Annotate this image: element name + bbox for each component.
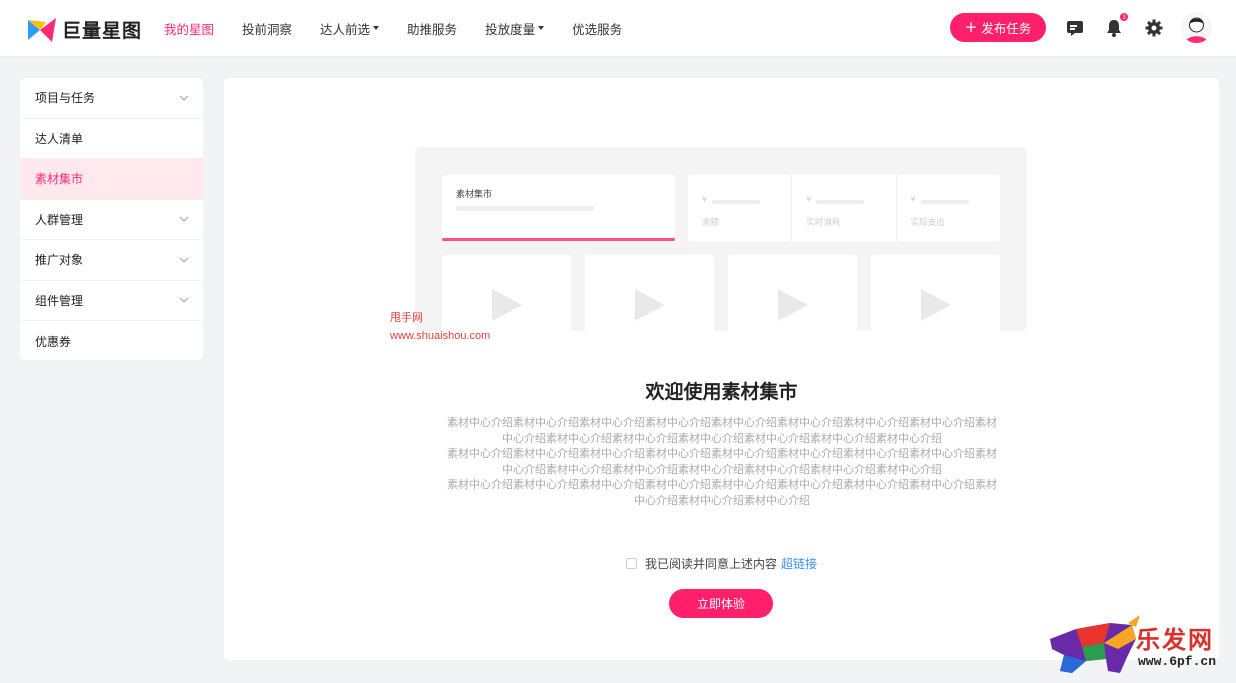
brand-logo[interactable]: 巨量星图 (28, 16, 142, 43)
agree-label: 我已阅读并同意上述内容 (645, 557, 778, 571)
agree-checkbox[interactable] (626, 558, 637, 569)
sidebar-item-label: 组件管理 (35, 293, 84, 308)
try-now-button[interactable]: 立即体验 (669, 589, 773, 618)
chevron-down-icon (179, 95, 189, 101)
agreement-link[interactable]: 超链接 (781, 555, 817, 572)
preview-placeholder-line (920, 200, 969, 204)
preview-active-bar (442, 238, 675, 241)
corner-brand-text: 乐发网 (1136, 625, 1214, 654)
feature-preview-illustration: 素材集市 ¥ 余额 ¥ 实时消耗 ¥ 实际支出 (415, 147, 1027, 331)
page-title: 欢迎使用素材集市 (645, 381, 798, 403)
description-line: 中心介绍素材中心介绍素材中心介绍素材中心介绍素材中心介绍素材中心介绍素材中心介绍 (502, 462, 942, 476)
watermark-name: 甩手网 (390, 312, 423, 324)
watermark-url: www.shuaishou.com (390, 330, 491, 342)
gear-icon[interactable] (1144, 18, 1164, 38)
sidebar-item-label: 推广对象 (35, 253, 84, 268)
sidebar-item-material-market[interactable]: 素材集市 (20, 159, 203, 200)
description-line: 素材中心介绍素材中心介绍素材中心介绍素材中心介绍素材中心介绍素材中心介绍素材中心… (447, 478, 997, 491)
nav-item-boost-service[interactable]: 助推服务 (407, 19, 457, 38)
sidebar-item-projects-tasks[interactable]: 项目与任务 (20, 78, 203, 119)
preview-video-card (871, 255, 1000, 331)
sidebar-item-talent-list[interactable]: 达人清单 (20, 119, 203, 159)
nav-item-measurement[interactable]: 投放度量 (485, 19, 545, 38)
play-icon (921, 289, 951, 321)
preview-stat-label: 实时消耗 (806, 218, 841, 228)
nav-label: 达人前选 (320, 21, 371, 37)
main-nav: 我的星图 投前洞察 达人前选 助推服务 投放度量 优选服务 (164, 0, 650, 56)
preview-stat-label: 余额 (702, 218, 720, 228)
chevron-down-icon (179, 216, 189, 223)
description-line: 中心介绍素材中心介绍素材中心介绍素材中心介绍素材中心介绍素材中心介绍素材中心介绍 (502, 431, 942, 445)
sidebar-menu: 项目与任务 达人清单 素材集市 人群管理 推广对象 组件管理 优惠券 (20, 78, 203, 360)
sidebar-item-label: 优惠券 (35, 334, 72, 349)
play-icon (635, 289, 665, 321)
sidebar-item-audience-management[interactable]: 人群管理 (20, 200, 203, 240)
sidebar-item-promotion-target[interactable]: 推广对象 (20, 240, 203, 281)
nav-label: 我的星图 (164, 21, 215, 37)
currency-symbol: ¥ (702, 195, 708, 204)
top-header: 巨量星图 我的星图 投前洞察 达人前选 助推服务 投放度量 优选服务 + 发布任… (0, 0, 1236, 56)
nav-item-preferred-service[interactable]: 优选服务 (572, 19, 622, 38)
preview-card: 素材集市 (442, 175, 675, 241)
publish-task-label: 发布任务 (981, 21, 1032, 36)
chevron-down-icon (179, 297, 189, 304)
brand-logo-icon (28, 17, 56, 42)
corner-brand-url: www.6pf.cn (1138, 654, 1217, 669)
notification-badge: 3 (1119, 12, 1129, 22)
sidebar-item-component-management[interactable]: 组件管理 (20, 281, 203, 321)
caret-down-icon (538, 26, 545, 30)
nav-item-my-xingtu[interactable]: 我的星图 (164, 19, 214, 38)
preview-placeholder-line (816, 200, 865, 204)
watermark: 甩手网 www.shuaishou.com (390, 309, 490, 345)
nav-item-pre-insight[interactable]: 投前洞察 (242, 19, 292, 38)
preview-stat-balance: ¥ 余额 (688, 175, 793, 241)
preview-placeholder-line (712, 200, 760, 204)
nav-label: 优选服务 (572, 21, 623, 37)
avatar-icon (1181, 12, 1212, 43)
currency-symbol: ¥ (806, 195, 812, 204)
sidebar-item-label: 项目与任务 (35, 91, 96, 106)
user-avatar[interactable] (1181, 12, 1212, 43)
main-panel: 素材集市 ¥ 余额 ¥ 实时消耗 ¥ 实际支出 (224, 78, 1219, 660)
preview-placeholder-line (456, 206, 594, 211)
sidebar-item-label: 达人清单 (35, 131, 84, 146)
publish-task-button[interactable]: + 发布任务 (950, 13, 1046, 42)
sidebar-item-coupons[interactable]: 优惠券 (20, 321, 203, 360)
caret-down-icon (373, 26, 380, 30)
preview-stat-realtime-cost: ¥ 实时消耗 (792, 175, 897, 241)
preview-stats: ¥ 余额 ¥ 实时消耗 ¥ 实际支出 (688, 175, 1000, 241)
agreement-row: 我已阅读并同意上述内容 超链接 (626, 555, 817, 572)
preview-card-title: 素材集市 (456, 190, 493, 200)
nav-label: 助推服务 (407, 21, 458, 37)
description-line: 素材中心介绍素材中心介绍素材中心介绍素材中心介绍素材中心介绍素材中心介绍素材中心… (447, 447, 997, 460)
sidebar-item-label: 素材集市 (35, 172, 84, 187)
preview-video-card (728, 255, 857, 331)
play-icon (492, 289, 522, 321)
preview-video-card (585, 255, 714, 331)
preview-stat-actual-spend: ¥ 实际支出 (897, 175, 1000, 241)
nav-label: 投放度量 (485, 21, 536, 37)
description-line: 中心介绍素材中心介绍素材中心介绍 (634, 493, 810, 507)
plus-icon: + (964, 18, 978, 36)
message-icon[interactable] (1065, 18, 1085, 38)
description-line: 素材中心介绍素材中心介绍素材中心介绍素材中心介绍素材中心介绍素材中心介绍素材中心… (447, 416, 997, 429)
nav-item-talent-selection[interactable]: 达人前选 (320, 19, 380, 38)
play-icon (778, 289, 808, 321)
chevron-down-icon (179, 257, 189, 263)
sidebar-item-label: 人群管理 (35, 212, 84, 227)
currency-symbol: ¥ (910, 195, 916, 204)
preview-stat-label: 实际支出 (910, 218, 945, 228)
nav-label: 投前洞察 (242, 21, 293, 37)
brand-name: 巨量星图 (62, 20, 143, 42)
feature-description: 素材中心介绍素材中心介绍素材中心介绍素材中心介绍素材中心介绍素材中心介绍素材中心… (414, 415, 1030, 508)
